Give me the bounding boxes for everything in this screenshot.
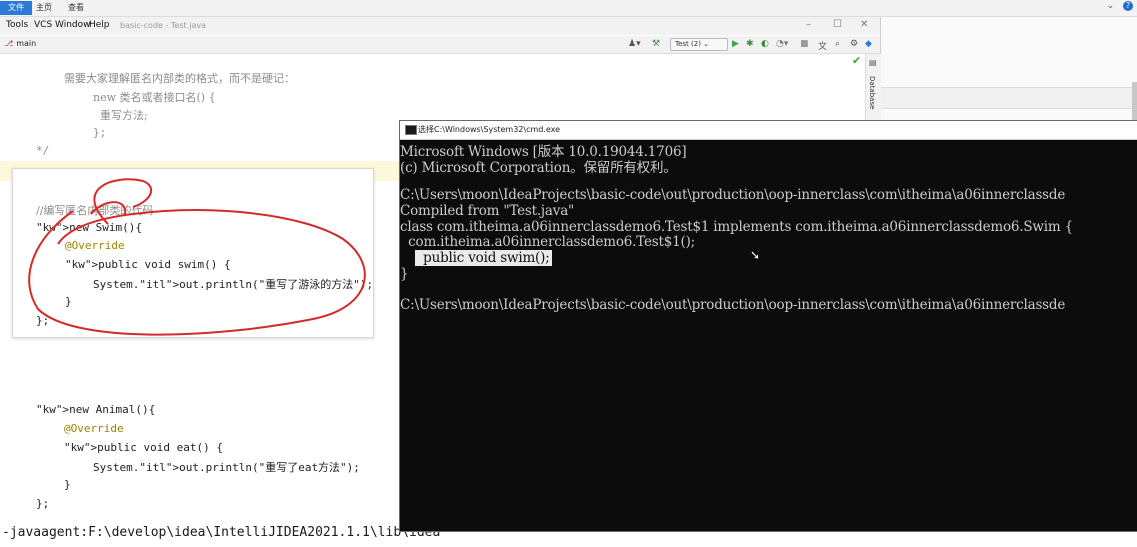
code-line: "kw">public void eat() {	[64, 441, 223, 454]
help-icon[interactable]: ?	[1123, 1, 1133, 11]
plugin-icon[interactable]: ◆	[865, 39, 872, 49]
window-title: basic-code - Test.java	[120, 21, 206, 30]
console-line: (c) Microsoft Corporation。保留所有权利。	[400, 160, 677, 176]
inspection-ok-icon[interactable]: ✔	[852, 54, 861, 67]
build-hammer-icon[interactable]: ⚒	[652, 39, 660, 49]
console-line: Compiled from "Test.java"	[400, 203, 575, 219]
code-line: };	[36, 497, 50, 510]
red-annotation-circle	[28, 178, 366, 336]
code-line: @Override	[64, 422, 124, 435]
database-tool-tab[interactable]: Database	[868, 76, 876, 109]
run-config-label: Test (2)	[675, 40, 701, 48]
translate-icon[interactable]: 文	[818, 39, 827, 52]
menu-vcs[interactable]: VCS	[34, 20, 52, 30]
console-line: class com.itheima.a06innerclassdemo6.Tes…	[400, 219, 1073, 235]
minimize-icon[interactable]: –	[806, 19, 811, 30]
code-line: }	[64, 478, 71, 491]
stop-icon[interactable]: ■	[800, 39, 809, 49]
user-icon[interactable]: ♟▾	[628, 39, 641, 49]
run-icon[interactable]: ▶	[732, 39, 739, 49]
menu-bar: Tools VCS Window Help basic-code - Test.…	[0, 17, 880, 35]
settings-gear-icon[interactable]: ⚙	[850, 39, 858, 49]
scrollbar-thumb[interactable]	[1132, 82, 1137, 122]
console-line: C:\Users\moon\IdeaProjects\basic-code\ou…	[400, 297, 1066, 313]
cmd-app-icon	[405, 125, 417, 135]
ide-toolbar: ⎇ main ♟▾ ⚒ Test (2) ⌄ ▶ ✱ ◐ ◔▾ ■ 文 ⌕ ⚙ ◆	[0, 36, 880, 54]
ribbon-bar: 文件 主页 查看 ⌄ ?	[0, 0, 1137, 17]
expand-ribbon-icon[interactable]: ⌄	[1107, 1, 1115, 11]
console-output[interactable]: Microsoft Windows [版本 10.0.19044.1706] (…	[400, 140, 1137, 530]
close-icon[interactable]: ✕	[860, 19, 868, 30]
console-line: C:\Users\moon\IdeaProjects\basic-code\ou…	[400, 187, 1066, 203]
search-icon[interactable]: ⌕	[835, 39, 840, 49]
debug-icon[interactable]: ✱	[746, 39, 754, 49]
comment-line: */	[36, 144, 50, 157]
menu-window[interactable]: Window	[55, 20, 91, 30]
console-line-selected: public void swim();	[415, 250, 552, 266]
code-image-card: //编写匿名内部类的代码 "kw">new Swim(){ @Override …	[12, 168, 374, 338]
ribbon-tab-view[interactable]: 查看	[60, 1, 92, 15]
cmd-window[interactable]: 选择C:\Windows\System32\cmd.exe Microsoft …	[399, 120, 1137, 532]
console-line: com.itheima.a06innerclassdemo6.Test$1();	[400, 234, 696, 250]
menu-help[interactable]: Help	[89, 20, 110, 30]
branch-icon: ⎇	[4, 39, 14, 48]
coverage-icon[interactable]: ◐	[761, 39, 769, 49]
comment-line: };	[93, 126, 107, 139]
profiler-icon[interactable]: ◔▾	[776, 39, 788, 49]
branch-selector[interactable]: ⎇ main	[4, 39, 36, 48]
ribbon-controls: ⌄ ?	[1107, 1, 1133, 11]
run-configuration-select[interactable]: Test (2) ⌄	[670, 38, 728, 51]
background-window-bar	[881, 87, 1137, 109]
code-line: System."itl">out.println("重写了eat方法");	[93, 461, 360, 474]
menu-tools[interactable]: Tools	[6, 20, 28, 30]
comment-line: new 类名或者接口名() {	[93, 91, 216, 104]
java-command-line: -javaagent:F:\develop\idea\IntelliJIDEA2…	[2, 525, 441, 540]
ribbon-tab-home[interactable]: 主页	[28, 1, 60, 15]
comment-line: 重写方法;	[100, 109, 148, 122]
cmd-title: 选择C:\Windows\System32\cmd.exe	[418, 125, 561, 134]
cmd-titlebar[interactable]: 选择C:\Windows\System32\cmd.exe	[400, 121, 1137, 140]
code-line: "kw">new Animal(){	[36, 403, 156, 416]
branch-label: main	[16, 39, 37, 48]
maximize-icon[interactable]: ☐	[833, 19, 842, 30]
mouse-cursor-icon: ➘	[750, 248, 761, 262]
comment-line: 需要大家理解匿名内部类的格式，而不是硬记：	[64, 72, 295, 85]
console-line: }	[400, 266, 409, 282]
database-icon[interactable]: ▤	[869, 58, 877, 67]
